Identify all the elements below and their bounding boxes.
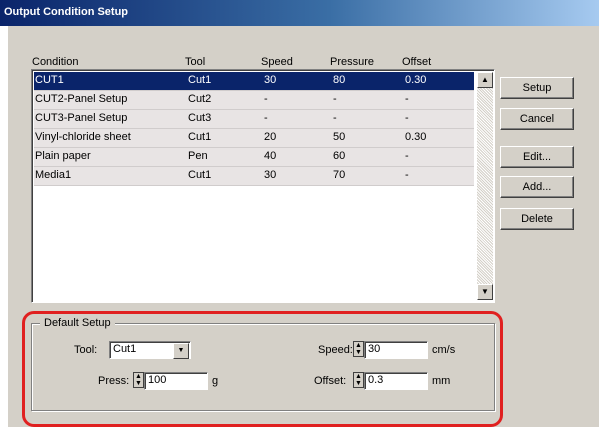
tool-dropdown[interactable]: Cut1 ▼ — [109, 341, 191, 359]
cell-speed: - — [264, 93, 268, 105]
speed-label: Speed: — [318, 344, 353, 356]
cell-speed: 30 — [264, 169, 277, 181]
cell-speed: 20 — [264, 131, 277, 143]
cancel-button[interactable]: Cancel — [500, 108, 574, 130]
table-row[interactable]: CUT3-Panel Setup Cut3 - - - — [34, 110, 474, 129]
table-row[interactable]: CUT2-Panel Setup Cut2 - - - — [34, 91, 474, 110]
scroll-down-icon[interactable]: ▼ — [477, 284, 493, 300]
table-row[interactable]: CUT1 Cut1 30 80 0.30 — [34, 72, 474, 91]
col-tool[interactable]: Tool — [185, 56, 205, 68]
speed-input[interactable]: 30 — [364, 341, 428, 359]
cell-speed: 30 — [264, 74, 277, 86]
speed-value: 30 — [368, 343, 381, 355]
table-row[interactable]: Vinyl-chloride sheet Cut1 20 50 0.30 — [34, 129, 474, 148]
offset-unit: mm — [432, 375, 451, 387]
table-header: Condition Tool Speed Pressure Offset — [8, 26, 599, 70]
col-offset[interactable]: Offset — [402, 56, 431, 68]
cell-offset: - — [405, 112, 409, 124]
cell-speed: - — [264, 112, 268, 124]
press-label: Press: — [98, 375, 130, 387]
dropdown-arrow-icon[interactable]: ▼ — [173, 343, 189, 359]
output-condition-window: Output Condition Setup Condition Tool Sp… — [0, 0, 599, 427]
offset-input[interactable]: 0.3 — [364, 372, 428, 390]
table-row[interactable]: Media1 Cut1 30 70 - — [34, 167, 474, 186]
cell-offset: - — [405, 169, 409, 181]
cell-pressure: 50 — [333, 131, 346, 143]
add-button[interactable]: Add... — [500, 176, 574, 198]
col-condition[interactable]: Condition — [32, 56, 78, 68]
col-speed[interactable]: Speed — [261, 56, 293, 68]
speed-spin-icon[interactable]: ▲ ▼ — [353, 341, 364, 357]
cell-condition: CUT2-Panel Setup — [35, 93, 128, 105]
setup-button[interactable]: Setup — [500, 77, 574, 99]
cell-offset: 0.30 — [405, 131, 427, 143]
cell-pressure: - — [333, 112, 337, 124]
cell-pressure: 60 — [333, 150, 346, 162]
cell-condition: Media1 — [35, 169, 72, 181]
delete-button[interactable]: Delete — [500, 208, 574, 230]
cell-condition: CUT3-Panel Setup — [35, 112, 128, 124]
cell-tool: Pen — [188, 150, 208, 162]
cell-tool: Cut1 — [188, 74, 212, 86]
speed-unit: cm/s — [432, 344, 456, 356]
cell-condition: Plain paper — [35, 150, 91, 162]
press-value: 100 — [148, 374, 167, 386]
cell-condition: Vinyl-chloride sheet — [35, 131, 131, 143]
edit-button[interactable]: Edit... — [500, 146, 574, 168]
cell-tool: Cut1 — [188, 169, 212, 181]
cell-speed: 40 — [264, 150, 277, 162]
cell-offset: - — [405, 150, 409, 162]
cell-offset: - — [405, 93, 409, 105]
title-bar[interactable]: Output Condition Setup — [0, 0, 599, 26]
default-setup-group — [31, 323, 495, 411]
condition-list[interactable]: CUT1 Cut1 30 80 0.30 CUT2-Panel Setup Cut2- - - C… — [31, 69, 495, 303]
col-pressure[interactable]: Pressure — [330, 56, 374, 68]
tool-label: Tool: — [74, 344, 98, 356]
cell-pressure: 70 — [333, 169, 346, 181]
scroll-up-icon[interactable]: ▲ — [477, 72, 493, 88]
cell-pressure: 80 — [333, 74, 346, 86]
offset-label: Offset: — [314, 375, 347, 387]
press-spin-icon[interactable]: ▲ ▼ — [133, 372, 144, 388]
window-title: Output Condition Setup — [4, 6, 129, 18]
tool-value: Cut1 — [113, 343, 137, 355]
cell-condition: CUT1 — [35, 74, 64, 86]
offset-spin-icon[interactable]: ▲ ▼ — [353, 372, 364, 388]
cell-tool: Cut3 — [188, 112, 212, 124]
vertical-scrollbar[interactable]: ▲ ▼ — [477, 72, 493, 300]
dialog-client: Condition Tool Speed Pressure Offset CUT… — [8, 26, 599, 427]
cell-offset: 0.30 — [405, 74, 427, 86]
cell-tool: Cut1 — [188, 131, 212, 143]
press-input[interactable]: 100 — [144, 372, 208, 390]
press-unit: g — [212, 375, 219, 387]
cell-pressure: - — [333, 93, 337, 105]
offset-value: 0.3 — [368, 374, 384, 386]
table-row[interactable]: Plain paper Pen 40 60 - — [34, 148, 474, 167]
default-setup-title: Default Setup — [40, 317, 115, 329]
cell-tool: Cut2 — [188, 93, 212, 105]
